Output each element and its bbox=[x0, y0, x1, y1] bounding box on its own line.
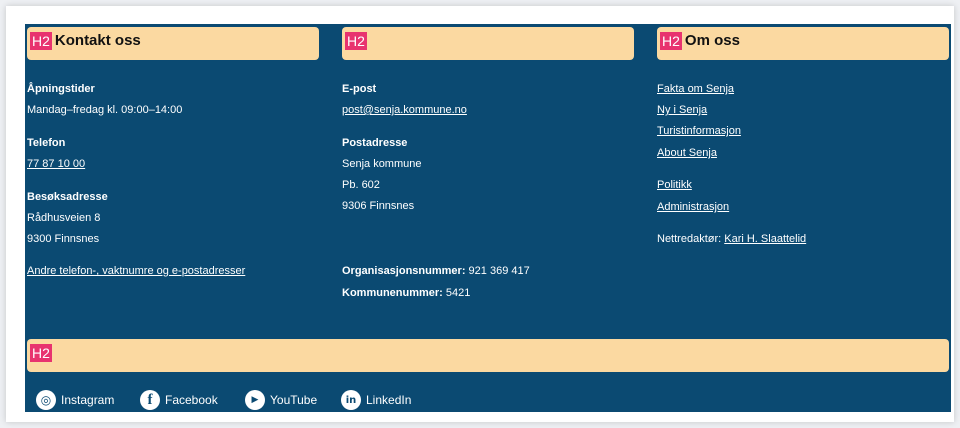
h2-marker: H2 bbox=[30, 32, 52, 50]
opening-hours-value: Mandag–fredag kl. 09:00–14:00 bbox=[27, 104, 183, 116]
youtube-icon: ▶ bbox=[245, 390, 265, 410]
instagram-icon: ◎ bbox=[36, 390, 56, 410]
h2-marker: H2 bbox=[30, 344, 52, 362]
visit-address-line2: 9300 Finnsnes bbox=[27, 233, 100, 245]
youtube-label: YouTube bbox=[270, 393, 318, 407]
postal-address-line1: Senja kommune bbox=[342, 158, 422, 170]
postal-address-line2: Pb. 602 bbox=[342, 179, 380, 191]
link-ny-i-senja[interactable]: Ny i Senja bbox=[657, 104, 707, 117]
about-heading: Om oss bbox=[684, 32, 740, 49]
h2-marker: H2 bbox=[345, 32, 367, 50]
email-label: E-post bbox=[342, 83, 377, 95]
instagram-label: Instagram bbox=[61, 393, 115, 407]
more-contacts-link[interactable]: Andre telefon-, vaktnumre og e-postadres… bbox=[27, 265, 245, 278]
facebook-label: Facebook bbox=[165, 393, 218, 407]
social-heading-box: H2 bbox=[27, 339, 949, 372]
org-number-label: Organisasjonsnummer: bbox=[342, 265, 466, 277]
linkedin-label: LinkedIn bbox=[366, 393, 412, 407]
middle-heading-box: H2 bbox=[342, 27, 634, 60]
email-link[interactable]: post@senja.kommune.no bbox=[342, 104, 467, 117]
postal-address-label: Postadresse bbox=[342, 137, 408, 149]
visit-address-label: Besøksadresse bbox=[27, 191, 108, 203]
municipality-number: Kommunenummer: 5421 bbox=[342, 287, 470, 300]
org-number: Organisasjonsnummer: 921 369 417 bbox=[342, 265, 530, 278]
link-politikk[interactable]: Politikk bbox=[657, 179, 692, 192]
contact-heading-box: H2 Kontakt oss bbox=[27, 27, 319, 60]
link-fakta-om-senja[interactable]: Fakta om Senja bbox=[657, 83, 734, 96]
contact-heading: Kontakt oss bbox=[54, 32, 141, 49]
phone-link[interactable]: 77 87 10 00 bbox=[27, 158, 85, 171]
instagram-link[interactable]: ◎ Instagram bbox=[36, 390, 114, 410]
web-editor: Nettredaktør: Kari H. Slaattelid bbox=[657, 233, 806, 246]
link-turistinformasjon[interactable]: Turistinformasjon bbox=[657, 125, 741, 138]
postal-address-line3: 9306 Finnsnes bbox=[342, 200, 415, 212]
opening-hours-label: Åpningstider bbox=[27, 83, 95, 95]
municipality-number-label: Kommunenummer: bbox=[342, 287, 443, 299]
site-footer: H2 Kontakt oss Åpningstider Mandag–freda… bbox=[25, 24, 951, 412]
phone-label: Telefon bbox=[27, 137, 66, 149]
linkedin-icon: in bbox=[341, 390, 361, 410]
linkedin-link[interactable]: in LinkedIn bbox=[341, 390, 411, 410]
visit-address-line1: Rådhusveien 8 bbox=[27, 212, 101, 224]
youtube-link[interactable]: ▶ YouTube bbox=[245, 390, 317, 410]
facebook-link[interactable]: f Facebook bbox=[140, 390, 218, 410]
link-about-senja[interactable]: About Senja bbox=[657, 147, 717, 160]
facebook-icon: f bbox=[140, 390, 160, 410]
web-editor-link[interactable]: Kari H. Slaattelid bbox=[724, 233, 806, 245]
org-number-value: 921 369 417 bbox=[468, 265, 530, 277]
link-administrasjon[interactable]: Administrasjon bbox=[657, 201, 729, 214]
municipality-number-value: 5421 bbox=[445, 287, 471, 299]
h2-marker: H2 bbox=[660, 32, 682, 50]
web-editor-label: Nettredaktør: bbox=[657, 233, 722, 245]
about-heading-box: H2 Om oss bbox=[657, 27, 949, 60]
